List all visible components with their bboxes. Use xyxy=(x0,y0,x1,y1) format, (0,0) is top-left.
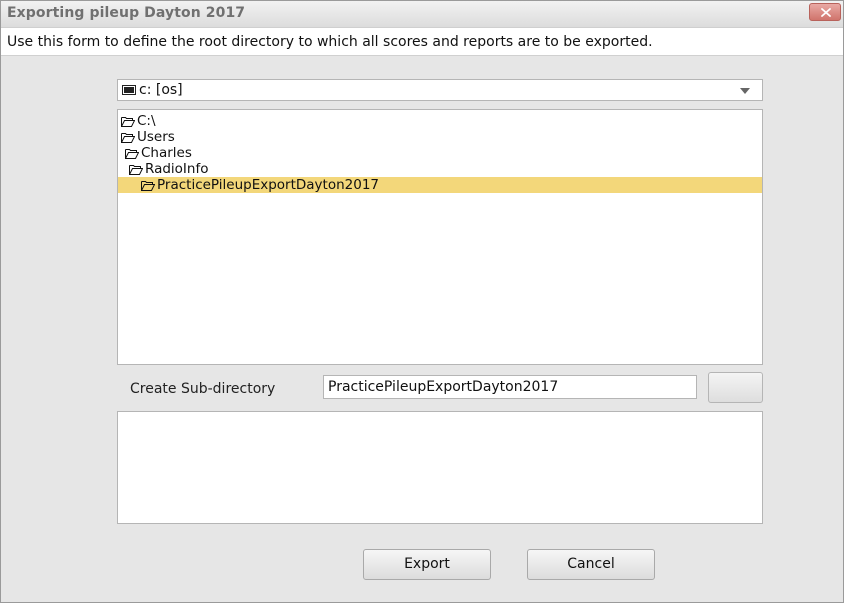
drive-select-value: c: [os] xyxy=(139,82,183,98)
folder-open-icon xyxy=(121,117,135,127)
close-button[interactable] xyxy=(809,3,841,21)
drive-icon xyxy=(122,85,136,95)
window-title: Exporting pileup Dayton 2017 xyxy=(7,5,246,21)
subdirectory-input[interactable] xyxy=(323,375,697,399)
subdirectory-label: Create Sub-directory xyxy=(130,381,276,397)
directory-tree[interactable]: C:\ Users Charles RadioInfo PracticePile… xyxy=(117,109,763,365)
tree-item-label: C:\ xyxy=(137,113,156,129)
title-bar[interactable]: Exporting pileup Dayton 2017 xyxy=(1,1,843,28)
create-subdirectory-button[interactable] xyxy=(708,372,763,403)
tree-item-label: Users xyxy=(137,129,175,145)
cancel-button[interactable]: Cancel xyxy=(527,549,655,580)
instructions-bar: Use this form to define the root directo… xyxy=(1,28,843,56)
tree-item-radioinfo[interactable]: RadioInfo xyxy=(118,161,762,177)
instructions-text: Use this form to define the root directo… xyxy=(7,34,653,50)
message-area[interactable] xyxy=(117,411,763,524)
tree-item-users[interactable]: Users xyxy=(118,129,762,145)
folder-open-icon xyxy=(129,165,143,175)
tree-item-label: PracticePileupExportDayton2017 xyxy=(157,177,380,193)
export-button[interactable]: Export xyxy=(363,549,491,580)
tree-item-charles[interactable]: Charles xyxy=(118,145,762,161)
export-dialog: Exporting pileup Dayton 2017 Use this fo… xyxy=(0,0,844,603)
drive-select[interactable]: c: [os] xyxy=(117,79,763,101)
folder-open-icon xyxy=(141,181,155,191)
tree-item-practice-export[interactable]: PracticePileupExportDayton2017 xyxy=(118,177,762,193)
folder-open-icon xyxy=(125,149,139,159)
close-icon xyxy=(821,8,831,17)
tree-item-c-drive[interactable]: C:\ xyxy=(118,113,762,129)
tree-item-label: Charles xyxy=(141,145,192,161)
chevron-down-icon[interactable] xyxy=(740,88,750,94)
folder-open-icon xyxy=(121,133,135,143)
tree-item-label: RadioInfo xyxy=(145,161,209,177)
